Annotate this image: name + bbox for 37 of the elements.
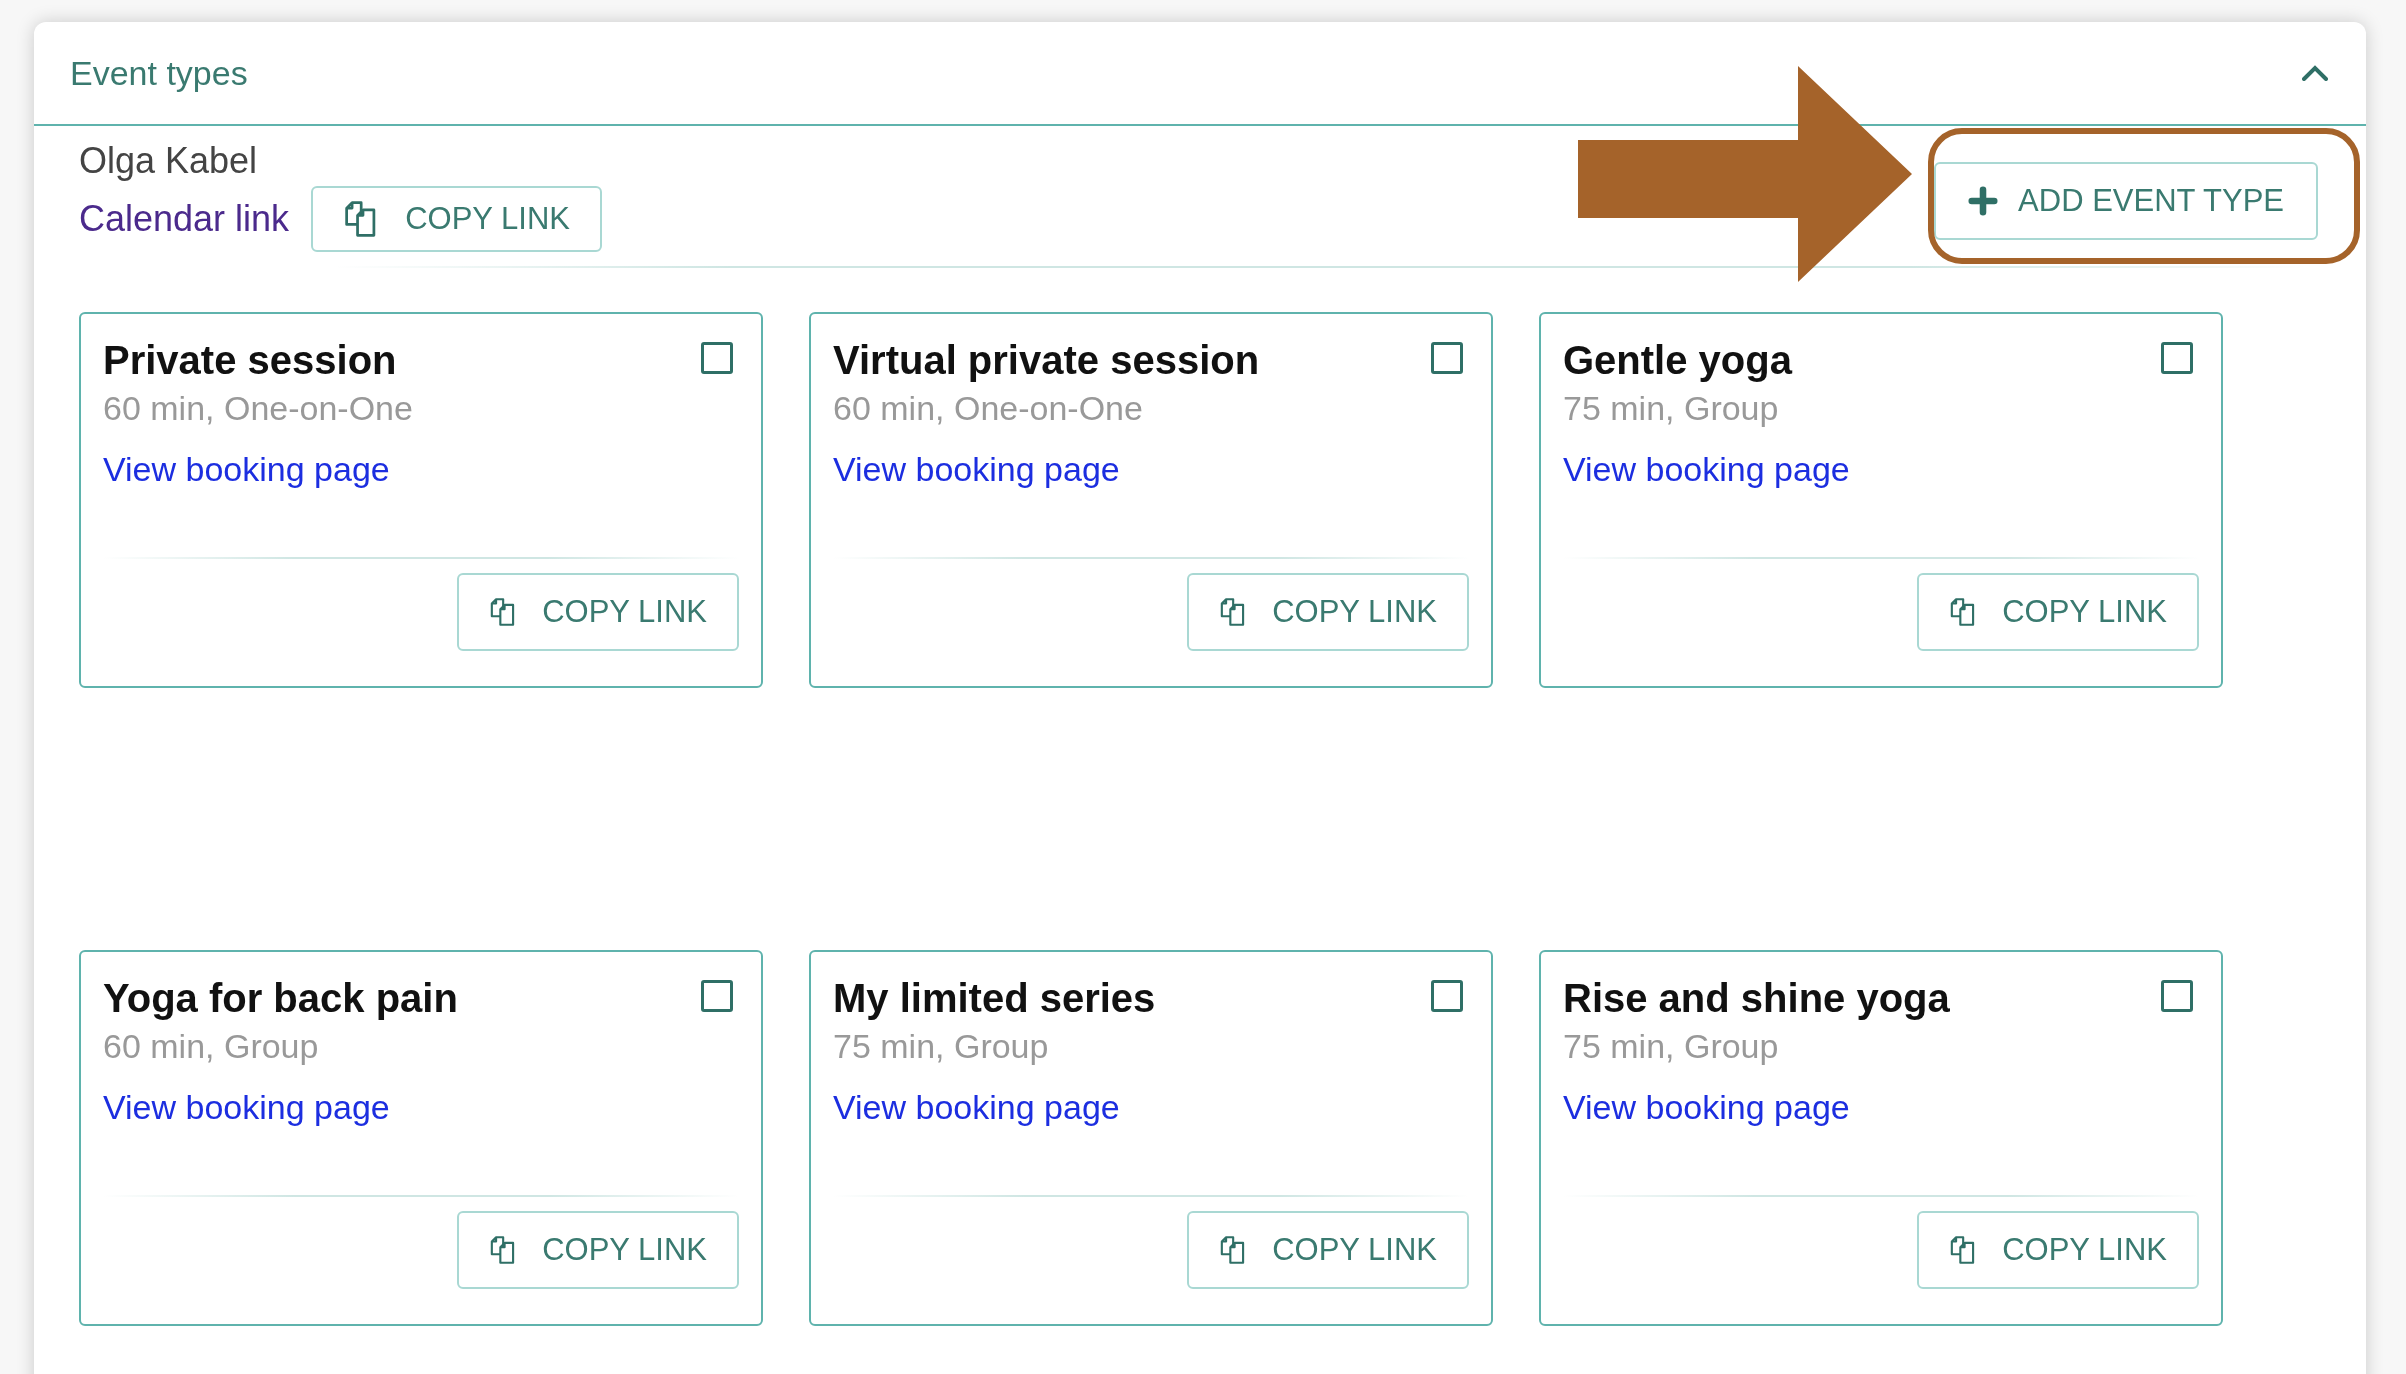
owner-name: Olga Kabel	[79, 140, 259, 182]
event-type-title: Gentle yoga	[1563, 338, 1792, 383]
select-checkbox[interactable]	[2161, 342, 2193, 374]
copy-link-button[interactable]: COPY LINK	[311, 186, 602, 252]
plus-icon	[1968, 186, 1999, 216]
event-type-details: 75 min, Group	[1563, 389, 1780, 428]
event-type-details: 60 min, One-on-One	[833, 389, 1144, 428]
event-type-title: My limited series	[833, 976, 1156, 1021]
event-type-details: 75 min, Group	[833, 1027, 1050, 1066]
event-type-details: 60 min, One-on-One	[103, 389, 414, 428]
view-booking-page-link[interactable]: View booking page	[103, 450, 390, 489]
copy-link-button[interactable]: COPY LINK	[1917, 573, 2199, 651]
collapse-chevron-icon[interactable]	[2302, 65, 2328, 81]
event-type-title: Private session	[103, 338, 397, 383]
event-type-title: Virtual private session	[833, 338, 1260, 383]
add-event-type-button[interactable]: ADD EVENT TYPE	[1934, 162, 2318, 240]
view-booking-page-link[interactable]: View booking page	[1563, 450, 1850, 489]
event-type-title: Rise and shine yoga	[1563, 976, 1950, 1021]
copy-link-button[interactable]: COPY LINK	[457, 573, 739, 651]
select-checkbox[interactable]	[2161, 980, 2193, 1012]
event-type-details: 75 min, Group	[1563, 1027, 1780, 1066]
view-booking-page-link[interactable]: View booking page	[833, 1088, 1120, 1127]
event-type-title: Yoga for back pain	[103, 976, 458, 1021]
panel-title: Event types	[70, 53, 248, 93]
select-checkbox[interactable]	[1431, 980, 1463, 1012]
copy-link-button[interactable]: COPY LINK	[1187, 573, 1469, 651]
view-booking-page-link[interactable]: View booking page	[1563, 1088, 1850, 1127]
copy-link-button[interactable]: COPY LINK	[1187, 1211, 1469, 1289]
select-checkbox[interactable]	[701, 342, 733, 374]
copy-link-button[interactable]: COPY LINK	[1917, 1211, 2199, 1289]
view-booking-page-link[interactable]: View booking page	[103, 1088, 390, 1127]
event-type-details: 60 min, Group	[103, 1027, 320, 1066]
calendar-link[interactable]: Calendar link	[79, 198, 290, 240]
select-checkbox[interactable]	[701, 980, 733, 1012]
select-checkbox[interactable]	[1431, 342, 1463, 374]
copy-link-button[interactable]: COPY LINK	[457, 1211, 739, 1289]
view-booking-page-link[interactable]: View booking page	[833, 450, 1120, 489]
